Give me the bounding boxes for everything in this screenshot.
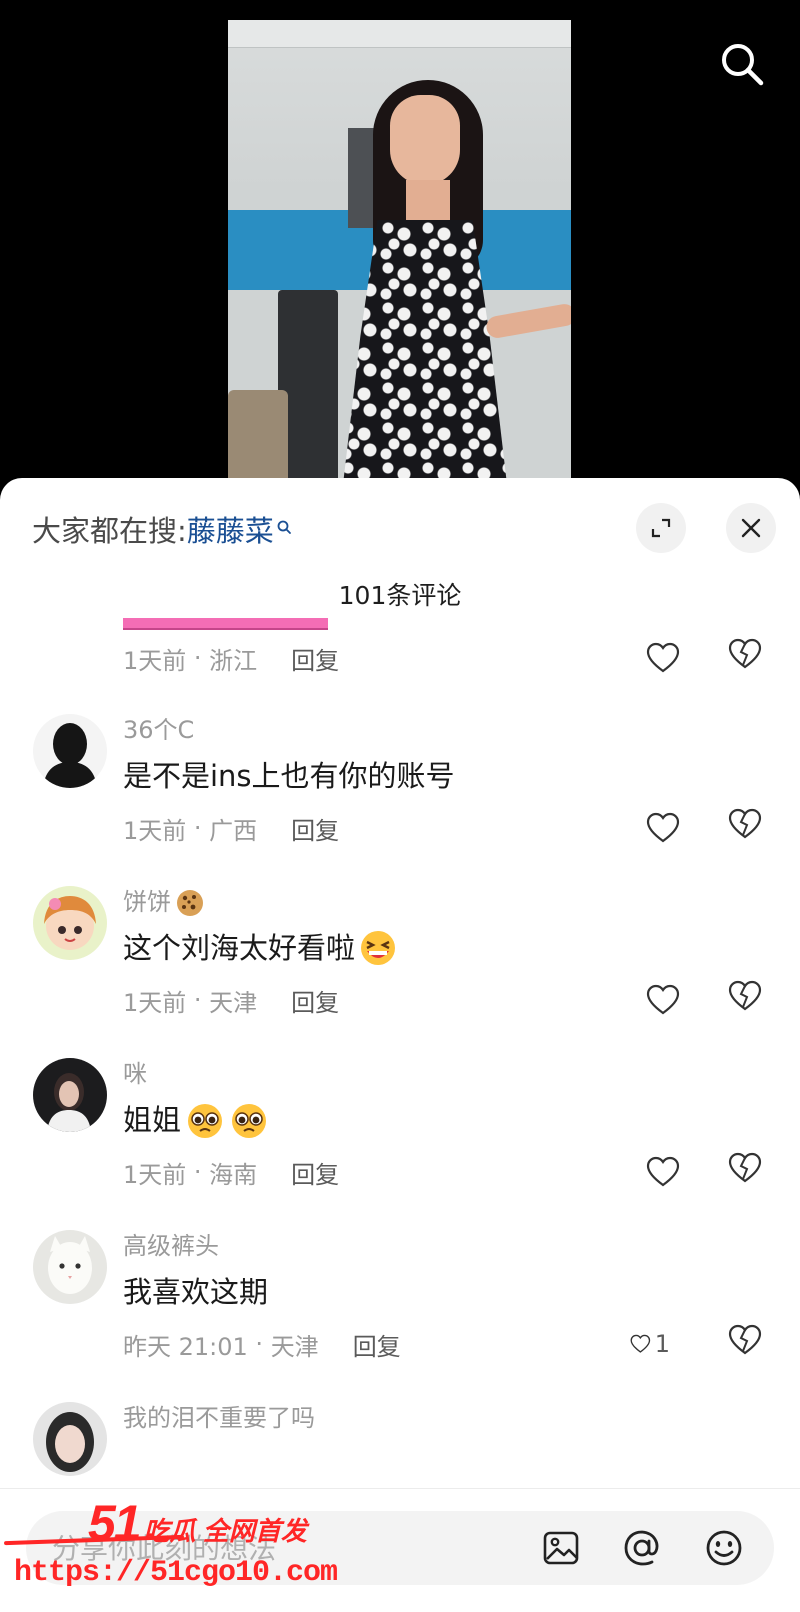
username-text[interactable]: 饼饼 <box>123 888 171 916</box>
video-person-arm <box>484 302 571 340</box>
close-button[interactable] <box>726 503 776 553</box>
comment-location: 海南 <box>209 1160 258 1189</box>
avatar[interactable] <box>33 714 107 788</box>
expand-button[interactable] <box>636 503 686 553</box>
mention-icon[interactable] <box>618 1524 666 1572</box>
comment-input-bar <box>0 1488 800 1612</box>
comment-location: 浙江 <box>209 646 258 675</box>
reply-button[interactable]: 回复 <box>291 641 339 676</box>
hot-search-keyword[interactable]: 藤藤菜 <box>187 514 274 548</box>
comment-list[interactable]: 1天前 · 浙江 回复 36个C 是不是ins上也有你的账号 1天前 · 广西 … <box>0 618 800 1488</box>
comment-time: 1天前 <box>123 1160 187 1189</box>
comment-username[interactable]: 咪 <box>123 1058 147 1090</box>
comment-meta: 1天前 · 浙江 回复 <box>123 638 339 678</box>
like-button[interactable] <box>646 638 686 678</box>
reply-button[interactable]: 回复 <box>291 983 339 1018</box>
comment-text-body: 这个刘海太好看啦 <box>123 931 356 965</box>
hot-search[interactable]: 大家都在搜:藤藤菜 <box>32 508 292 550</box>
pleading-face-icon <box>232 1104 267 1138</box>
comment-location: 天津 <box>270 1332 319 1361</box>
comment-item[interactable]: 高级裤头 我喜欢这期 昨天 21:01 · 天津 回复 1 <box>0 1230 800 1402</box>
emoji-icon[interactable] <box>700 1524 748 1572</box>
comment-location: 天津 <box>209 988 258 1017</box>
comment-meta: 1天前 · 广西 回复 <box>123 808 339 848</box>
comment-time: 1天前 <box>123 816 187 845</box>
dislike-button[interactable] <box>728 808 768 848</box>
comment-text: 我喜欢这期 <box>123 1275 269 1309</box>
broken-heart-icon <box>728 808 762 839</box>
comment-image-partial[interactable] <box>123 618 328 630</box>
comment-meta: 1天前 · 海南 回复 <box>123 1152 339 1192</box>
comment-username[interactable]: 高级裤头 <box>123 1230 219 1262</box>
like-button[interactable] <box>646 980 686 1020</box>
heart-icon <box>646 1156 680 1187</box>
comment-input-box[interactable] <box>26 1511 774 1585</box>
comment-username[interactable]: 我的泪不重要了吗 <box>123 1402 315 1434</box>
comment-sheet: 大家都在搜:藤藤菜 101条评论 1天前 · 浙江 回复 36个C 是不是ins… <box>0 478 800 1612</box>
dislike-button[interactable] <box>728 980 768 1020</box>
dislike-button[interactable] <box>728 638 768 678</box>
image-icon[interactable] <box>537 1524 585 1572</box>
reply-button[interactable]: 回复 <box>353 1327 401 1362</box>
comment-item[interactable]: 我的泪不重要了吗 <box>0 1402 800 1488</box>
keyword-search-icon <box>276 510 292 544</box>
broken-heart-icon <box>728 1152 762 1183</box>
video-area[interactable] <box>0 0 800 500</box>
laughing-face-icon <box>361 931 396 965</box>
comment-meta: 1天前 · 天津 回复 <box>123 980 339 1020</box>
dislike-button[interactable] <box>728 1324 768 1364</box>
broken-heart-icon <box>728 980 762 1011</box>
close-icon <box>741 518 761 538</box>
comment-time: 1天前 <box>123 646 187 675</box>
avatar[interactable] <box>33 886 107 960</box>
dislike-button[interactable] <box>728 1152 768 1192</box>
comment-username[interactable]: 36个C <box>123 714 194 746</box>
comment-meta: 昨天 21:01 · 天津 回复 <box>123 1324 401 1364</box>
broken-heart-icon <box>728 1324 762 1355</box>
heart-icon <box>646 984 680 1015</box>
heart-icon <box>646 642 680 673</box>
like-button[interactable] <box>646 1152 686 1192</box>
like-count: 1 <box>654 1330 670 1358</box>
comment-location: 广西 <box>209 816 258 845</box>
search-icon[interactable] <box>718 40 766 88</box>
comment-text: 是不是ins上也有你的账号 <box>123 759 455 793</box>
like-button[interactable]: 1 <box>630 1324 670 1364</box>
video-ceiling <box>228 20 571 48</box>
comment-username[interactable]: 饼饼 <box>123 886 205 918</box>
comment-item[interactable]: 饼饼 这个刘海太好看啦 1天前 · 天津 回复 <box>0 886 800 1058</box>
video-person-face <box>390 95 460 185</box>
broken-heart-icon <box>728 638 762 669</box>
avatar[interactable] <box>33 1058 107 1132</box>
reply-button[interactable]: 回复 <box>291 1155 339 1190</box>
video-frame[interactable] <box>228 20 571 500</box>
comment-item[interactable]: 36个C 是不是ins上也有你的账号 1天前 · 广西 回复 <box>0 714 800 886</box>
heart-icon <box>646 812 680 843</box>
comment-count: 101条评论 <box>338 581 462 610</box>
comment-item[interactable]: 咪 姐姐 1天前 · 海南 回复 <box>0 1058 800 1230</box>
comment-text-body: 姐姐 <box>123 1103 182 1137</box>
comment-text: 姐姐 <box>123 1100 269 1140</box>
comment-text: 这个刘海太好看啦 <box>123 928 397 968</box>
heart-icon <box>630 1334 651 1353</box>
hot-search-label: 大家都在搜: <box>32 514 187 548</box>
reply-button[interactable]: 回复 <box>291 811 339 846</box>
avatar[interactable] <box>33 1230 107 1304</box>
cookie-icon <box>177 890 203 916</box>
avatar[interactable] <box>33 1402 107 1476</box>
pleading-face-icon <box>188 1104 223 1138</box>
comment-time: 昨天 21:01 <box>123 1332 248 1361</box>
like-button[interactable] <box>646 808 686 848</box>
comment-input[interactable] <box>52 1511 512 1585</box>
expand-icon <box>651 518 671 538</box>
comment-time: 1天前 <box>123 988 187 1017</box>
